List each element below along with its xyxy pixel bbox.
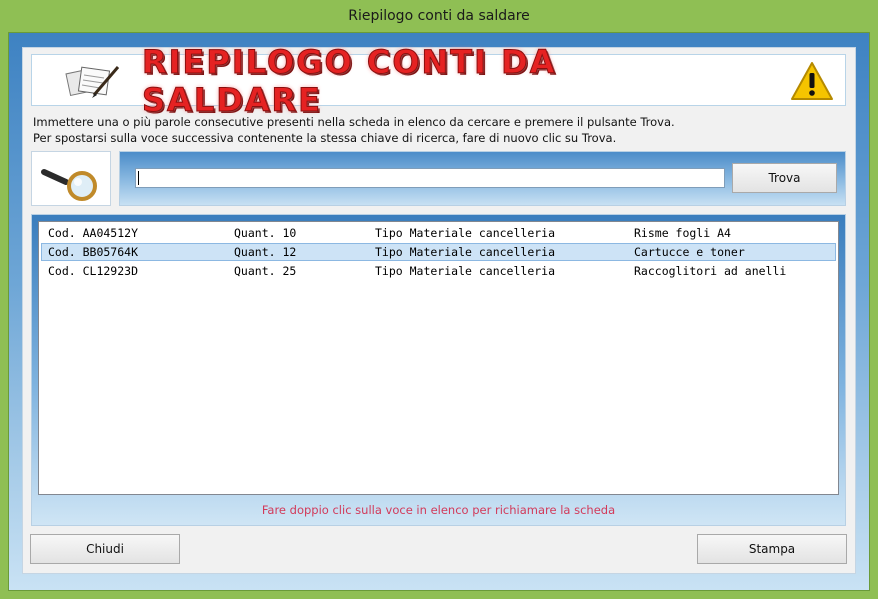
item-type: Tipo Materiale cancelleria (375, 264, 556, 278)
documents-pen-icon (65, 66, 120, 98)
item-description: Risme fogli A4 (634, 226, 731, 240)
double-click-hint: Fare doppio clic sulla voce in elenco pe… (261, 503, 616, 517)
item-description: Cartucce e toner (634, 245, 745, 259)
close-button[interactable]: Chiudi (30, 534, 180, 564)
text-cursor (138, 171, 139, 185)
item-code: Cod. BB05764K (48, 245, 139, 259)
item-code: Cod. CL12923D (48, 264, 139, 278)
magnifier-icon (41, 169, 97, 201)
warning-icon (791, 62, 833, 100)
banner-title: RIEPILOGO CONTI DA SALDARE (142, 43, 557, 120)
search-icon-box (31, 151, 111, 206)
instructions-line-1: Immettere una o più parole consecutive p… (33, 115, 675, 129)
item-quantity: Quant. 12 (234, 245, 297, 259)
instructions-line-2: Per spostarsi sulla voce successiva cont… (33, 131, 617, 145)
item-quantity: Quant. 25 (234, 264, 297, 278)
item-quantity: Quant. 10 (234, 226, 297, 240)
header-banner: RIEPILOGO CONTI DA SALDARE (31, 43, 846, 120)
item-code: Cod. AA04512Y (48, 226, 139, 240)
print-button[interactable]: Stampa (697, 534, 847, 564)
instructions: Immettere una o più parole consecutive p… (33, 114, 853, 146)
item-type: Tipo Materiale cancelleria (375, 226, 556, 240)
results-list[interactable]: Cod. AA04512Y Quant. 10 Tipo Materiale c… (38, 221, 839, 495)
list-item-selected[interactable]: Cod. BB05764K Quant. 12 Tipo Materiale c… (41, 243, 836, 261)
list-item[interactable]: Cod. CL12923D Quant. 25 Tipo Materiale c… (41, 262, 836, 280)
item-type: Tipo Materiale cancelleria (375, 245, 556, 259)
window-title: Riepilogo conti da saldare (0, 0, 878, 32)
item-description: Raccoglitori ad anelli (634, 264, 787, 278)
list-item[interactable]: Cod. AA04512Y Quant. 10 Tipo Materiale c… (41, 224, 836, 242)
search-input[interactable] (135, 168, 725, 188)
find-button[interactable]: Trova (732, 163, 837, 193)
